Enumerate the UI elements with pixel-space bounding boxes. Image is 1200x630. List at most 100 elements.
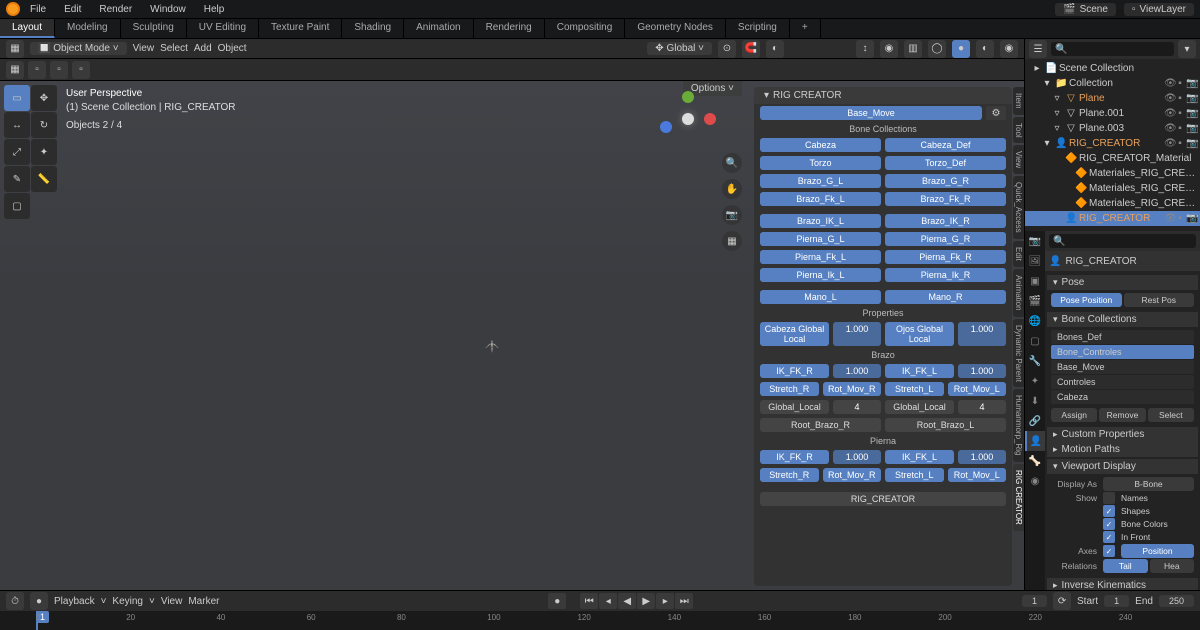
nav-gizmo[interactable] [660, 91, 716, 147]
bonecol-Cabeza_Def[interactable]: Cabeza_Def [885, 138, 1006, 152]
persp-icon[interactable]: ▦ [722, 231, 742, 251]
tool-addcube[interactable]: ▢ [4, 193, 30, 219]
tab-edit[interactable]: Edit [1013, 241, 1024, 267]
bonecol-Torzo_Def[interactable]: Torzo_Def [885, 156, 1006, 170]
bonecol-Pierna_Fk_R[interactable]: Pierna_Fk_R [885, 250, 1006, 264]
tool-row-icon2[interactable]: ▫ [28, 61, 46, 79]
view-menu[interactable]: View [133, 43, 155, 54]
bone-collection-item[interactable]: Cabeza [1051, 390, 1194, 404]
bonecol-Pierna_Ik_R[interactable]: Pierna_Ik_R [885, 268, 1006, 282]
assign-btn[interactable]: Assign [1051, 408, 1097, 422]
tab-item[interactable]: Item [1013, 87, 1024, 115]
ws-add[interactable]: + [790, 19, 821, 38]
bonecol-Mano_R[interactable]: Mano_R [885, 290, 1006, 304]
ptab-output-icon[interactable]: 🖼 [1025, 251, 1045, 271]
ptab-render-icon[interactable]: 📷 [1025, 231, 1045, 251]
blender-logo[interactable] [6, 2, 20, 16]
snap-icon[interactable]: 🧲 [742, 40, 760, 58]
ws-script[interactable]: Scripting [726, 19, 790, 38]
tab-dynparent[interactable]: Dynamic Parent [1013, 319, 1024, 388]
ptab-object-icon[interactable]: ▢ [1025, 331, 1045, 351]
timeline-editor-icon[interactable]: ⏱ [6, 592, 24, 610]
jump-end-icon[interactable]: ⏭ [675, 593, 693, 609]
frame-range-icon[interactable]: ⟳ [1053, 592, 1071, 610]
tree-row[interactable]: ▾📁Collection👁▪📷 [1025, 76, 1200, 91]
display-as-select[interactable]: B-Bone [1103, 477, 1194, 491]
bonecol-Brazo_G_R[interactable]: Brazo_G_R [885, 174, 1006, 188]
shading-solid-icon[interactable]: ● [952, 40, 970, 58]
select-menu[interactable]: Select [160, 43, 188, 54]
tl-marker[interactable]: Marker [188, 596, 219, 607]
ptab-world-icon[interactable]: 🌐 [1025, 311, 1045, 331]
base-move-btn[interactable]: Base_Move [760, 106, 982, 120]
tree-row[interactable]: 🔶Materiales_RIG_CREATOR [1025, 196, 1200, 211]
bone-collection-item[interactable]: Base_Move [1051, 360, 1194, 374]
autokey-record-icon[interactable]: ● [548, 593, 566, 609]
custom-properties-section[interactable]: ▸ Custom Properties [1047, 427, 1198, 442]
filter-icon[interactable]: ▾ [1178, 40, 1196, 58]
tl-keying[interactable]: Keying [112, 596, 143, 607]
bone-collection-item[interactable]: Bones_Def [1051, 330, 1194, 344]
play-reverse-icon[interactable]: ◀ [618, 593, 636, 609]
tree-row[interactable]: ▸📄Scene Collection [1025, 61, 1200, 76]
timeline-track[interactable]: 1 020406080100120140160180200220240 [0, 611, 1200, 630]
ptab-armature-icon[interactable]: 👤 [1025, 431, 1045, 451]
axis-z-icon[interactable] [660, 121, 672, 133]
prop-edit-icon[interactable]: ◐ [766, 40, 784, 58]
ws-texpaint[interactable]: Texture Paint [259, 19, 342, 38]
properties-search[interactable]: 🔍 [1049, 234, 1196, 248]
menu-help[interactable]: Help [196, 4, 233, 15]
shading-mat-icon[interactable]: ◐ [976, 40, 994, 58]
bonecol-Brazo_Fk_R[interactable]: Brazo_Fk_R [885, 192, 1006, 206]
tree-row[interactable]: ▿▽Plane👁▪📷 [1025, 91, 1200, 106]
menu-edit[interactable]: Edit [56, 4, 89, 15]
panel-header[interactable]: ▾ RIG CREATOR [754, 87, 1012, 104]
prev-key-icon[interactable]: ◂ [599, 593, 617, 609]
tool-rotate[interactable]: ↻ [31, 112, 57, 138]
ws-anim[interactable]: Animation [404, 19, 473, 38]
axes-position-btn[interactable]: Position [1121, 544, 1194, 558]
ptab-physics-icon[interactable]: ⬇ [1025, 391, 1045, 411]
ik-section[interactable]: ▸ Inverse Kinematics [1047, 578, 1198, 590]
tree-row[interactable]: ▿▽Plane.001👁▪📷 [1025, 106, 1200, 121]
bonecol-Mano_L[interactable]: Mano_L [760, 290, 881, 304]
shapes-checkbox[interactable]: ✓ [1103, 505, 1115, 517]
tab-rig-creator[interactable]: RIG CREATOR [1013, 464, 1024, 531]
pivot-icon[interactable]: ⊙ [718, 40, 736, 58]
menu-window[interactable]: Window [142, 4, 194, 15]
overlay-toggle-icon[interactable]: ◉ [880, 40, 898, 58]
outliner-editor-icon[interactable]: ☰ [1029, 40, 1047, 58]
ws-modeling[interactable]: Modeling [55, 19, 121, 38]
camera-icon[interactable]: 📷 [722, 205, 742, 225]
viewport-3d[interactable]: ▭✥ ↔↻ ⤢✦ ✎📏 ▢ User Perspective (1) Scene… [0, 81, 1024, 590]
in-front-checkbox[interactable]: ✓ [1103, 531, 1115, 543]
options-icon[interactable]: ⚙ [986, 106, 1006, 120]
tab-tool[interactable]: Tool [1013, 117, 1024, 144]
ptab-scene-icon[interactable]: 🎬 [1025, 291, 1045, 311]
tool-row-icon[interactable]: ▦ [6, 61, 24, 79]
tree-row[interactable]: 🔶Materiales_RIG_CREATOR [1025, 166, 1200, 181]
tool-row-icon3[interactable]: ▫ [50, 61, 68, 79]
add-menu[interactable]: Add [194, 43, 212, 54]
pan-icon[interactable]: ✋ [722, 179, 742, 199]
names-checkbox[interactable] [1103, 492, 1115, 504]
ws-geonodes[interactable]: Geometry Nodes [625, 19, 726, 38]
editor-type-icon[interactable]: ▦ [6, 40, 24, 58]
tool-select-box[interactable]: ▭ [4, 85, 30, 111]
axis-y-icon[interactable] [682, 91, 694, 103]
tab-animation[interactable]: Animation [1013, 269, 1024, 317]
ws-layout[interactable]: Layout [0, 19, 55, 38]
bonecol-Torzo[interactable]: Torzo [760, 156, 881, 170]
menu-file[interactable]: File [22, 4, 54, 15]
tab-humanmorp[interactable]: Humanmorp_Rig [1013, 389, 1024, 461]
bonecol-Pierna_G_L[interactable]: Pierna_G_L [760, 232, 881, 246]
object-menu[interactable]: Object [218, 43, 247, 54]
tl-view[interactable]: View [161, 596, 183, 607]
bone-colors-checkbox[interactable]: ✓ [1103, 518, 1115, 530]
gizmo-toggle-icon[interactable]: ↕ [856, 40, 874, 58]
autokey-icon[interactable]: ● [30, 592, 48, 610]
viewport-display-section[interactable]: ▾ Viewport Display [1047, 459, 1198, 474]
jump-start-icon[interactable]: ⏮ [580, 593, 598, 609]
tool-measure[interactable]: 📏 [31, 166, 57, 192]
bone-collection-item[interactable]: Bone_Controles [1051, 345, 1194, 359]
